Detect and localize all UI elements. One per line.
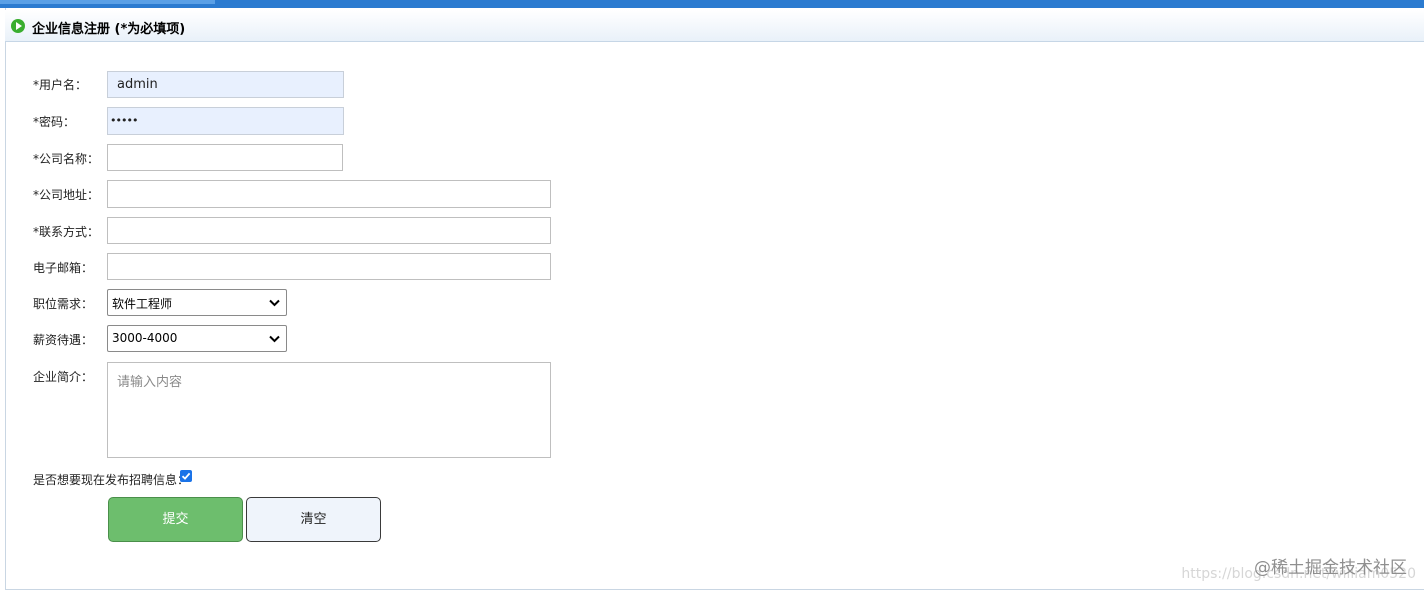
username-label: *用户名： [33, 78, 88, 92]
position-select[interactable]: 软件工程师 [107, 289, 287, 316]
page-title: 企业信息注册 (*为必填项) [32, 22, 186, 37]
clear-button[interactable]: 清空 [246, 497, 381, 542]
company-address-label: *公司地址： [33, 188, 100, 202]
company-address-input[interactable] [107, 180, 551, 208]
top-accent-bar [0, 0, 1424, 8]
company-name-label: *公司名称： [33, 152, 100, 166]
intro-label: 企业简介： [33, 370, 94, 384]
password-input[interactable]: ••••• [107, 107, 344, 135]
position-selected-value: 软件工程师 [112, 297, 173, 311]
email-label: 电子邮箱： [33, 261, 94, 275]
publish-now-label: 是否想要现在发布招聘信息： [33, 473, 190, 487]
panel-bottom-border [5, 589, 1424, 590]
play-circle-icon [11, 19, 25, 33]
contact-input[interactable] [107, 217, 551, 244]
checkmark-icon [181, 472, 191, 480]
email-input[interactable] [107, 253, 551, 280]
chevron-down-icon [269, 335, 280, 343]
panel-header: 企业信息注册 (*为必填项) [5, 10, 1424, 42]
salary-selected-value: 3000-4000 [112, 331, 178, 345]
position-label: 职位需求： [33, 297, 94, 311]
company-name-input[interactable] [107, 144, 343, 171]
salary-select[interactable]: 3000-4000 [107, 325, 287, 352]
publish-now-checkbox[interactable] [180, 470, 192, 482]
password-label: *密码： [33, 115, 76, 129]
intro-textarea[interactable] [107, 362, 551, 458]
salary-label: 薪资待遇： [33, 333, 94, 347]
watermark-logo: @稀土掘金技术社区 [1254, 558, 1407, 578]
contact-label: *联系方式： [33, 225, 100, 239]
username-input[interactable] [107, 71, 344, 98]
chevron-down-icon [269, 299, 280, 307]
top-accent-highlight [0, 0, 215, 4]
submit-button[interactable]: 提交 [108, 497, 243, 542]
